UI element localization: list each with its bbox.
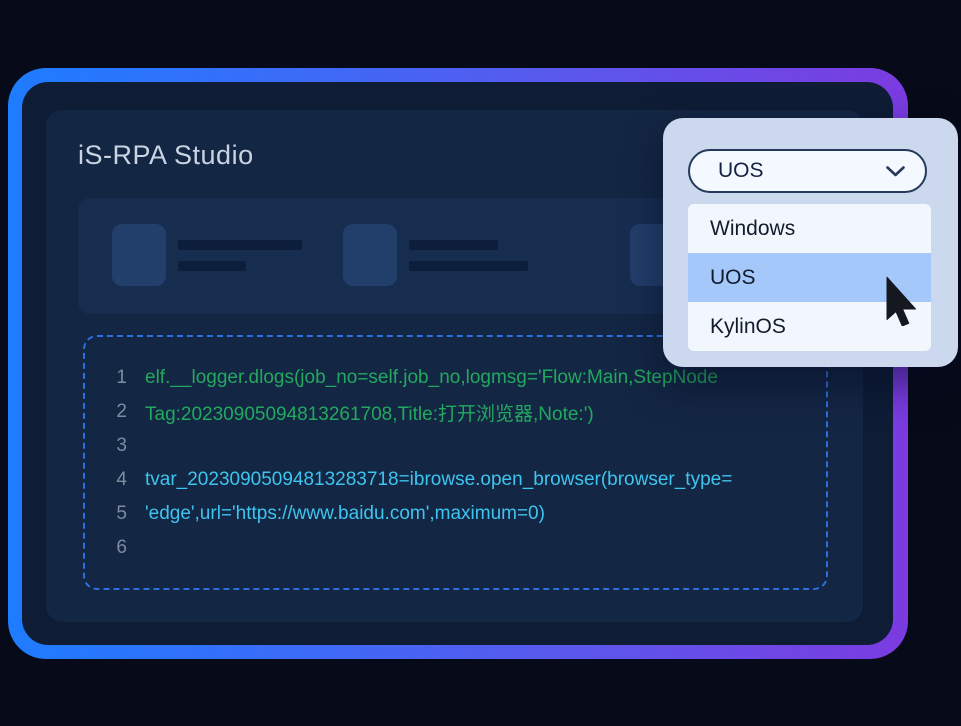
placeholder-text-bar (178, 261, 246, 271)
code-line: 6 (85, 531, 826, 565)
line-number: 2 (116, 401, 127, 422)
line-number: 5 (116, 503, 127, 524)
placeholder-text-bars (409, 240, 528, 271)
os-option-windows[interactable]: Windows (688, 204, 931, 253)
chevron-down-icon (886, 165, 905, 177)
code-line: 2 Tag:20230905094813261708,Title:打开浏览器,N… (85, 395, 826, 429)
placeholder-text-bar (409, 240, 498, 250)
placeholder-item (343, 224, 528, 286)
placeholder-icon-block (112, 224, 166, 286)
os-select-value: UOS (718, 159, 764, 182)
placeholder-text-bars (178, 240, 302, 271)
os-select[interactable]: UOS (688, 149, 927, 193)
mouse-cursor-icon (885, 276, 917, 331)
app-title: iS-RPA Studio (78, 140, 254, 170)
line-number: 4 (116, 469, 127, 490)
placeholder-text-bar (409, 261, 528, 271)
code-line-text: elf.__logger.dlogs(job_no=self.job_no,lo… (145, 367, 718, 388)
code-lines: 1 elf.__logger.dlogs(job_no=self.job_no,… (85, 361, 826, 565)
placeholder-item (112, 224, 302, 286)
code-editor[interactable]: 1 elf.__logger.dlogs(job_no=self.job_no,… (83, 335, 828, 590)
line-number: 3 (116, 435, 127, 456)
code-line: 3 (85, 429, 826, 463)
code-line-text: tvar_20230905094813283718=ibrowse.open_b… (145, 469, 733, 490)
line-number: 6 (116, 537, 127, 558)
placeholder-icon-block (343, 224, 397, 286)
code-line: 5 'edge',url='https://www.baidu.com',max… (85, 497, 826, 531)
code-line: 4 tvar_20230905094813283718=ibrowse.open… (85, 463, 826, 497)
code-line-text: Tag:20230905094813261708,Title:打开浏览器,Not… (145, 403, 594, 425)
placeholder-text-bar (178, 240, 302, 250)
code-line-text: 'edge',url='https://www.baidu.com',maxim… (145, 503, 545, 524)
line-number: 1 (116, 367, 127, 388)
